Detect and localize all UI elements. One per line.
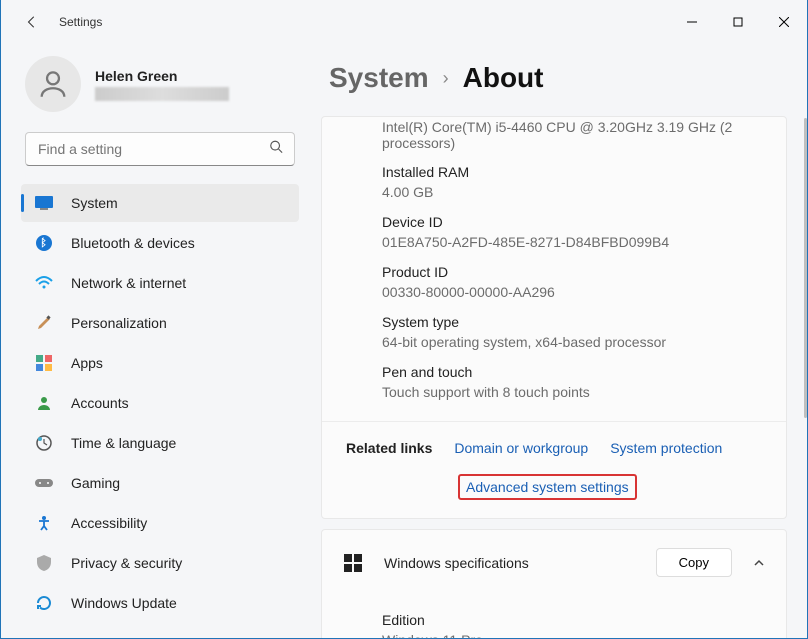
sidebar-item-bluetooth[interactable]: Bluetooth & devices [21,224,299,262]
search-icon [269,140,283,159]
related-links: Related links Domain or workgroup System… [322,421,786,518]
cpu-value: Intel(R) Core(TM) i5-4460 CPU @ 3.20GHz … [382,117,762,157]
wifi-icon [35,274,53,292]
gaming-icon [35,474,53,492]
ram-value: 4.00 GB [382,184,762,200]
pen-label: Pen and touch [382,364,762,380]
system-type-label: System type [382,314,762,330]
search-box[interactable] [25,132,295,166]
related-label: Related links [346,440,432,456]
device-id-label: Device ID [382,214,762,230]
edition-label: Edition [382,612,762,628]
sidebar-item-privacy[interactable]: Privacy & security [21,544,299,582]
back-button[interactable] [23,13,41,31]
search-input[interactable] [25,132,295,166]
sidebar-item-label: Privacy & security [71,555,182,571]
sidebar-item-accounts[interactable]: Accounts [21,384,299,422]
sidebar: Helen Green System Bluetooth & devices N… [1,44,311,638]
sidebar-item-label: Personalization [71,315,167,331]
content-area: System › About Intel(R) Core(TM) i5-4460… [311,44,807,638]
breadcrumb: System › About [321,44,787,116]
system-icon [35,194,53,212]
close-button[interactable] [761,6,807,38]
window-title: Settings [59,15,102,29]
product-id-label: Product ID [382,264,762,280]
sidebar-item-label: Network & internet [71,275,186,291]
user-email-redacted [95,87,229,101]
sidebar-item-update[interactable]: Windows Update [21,584,299,622]
windows-icon [342,552,364,574]
sidebar-item-system[interactable]: System [21,184,299,222]
update-icon [35,594,53,612]
user-name: Helen Green [95,68,229,84]
sidebar-item-label: Accounts [71,395,129,411]
edition-value: Windows 11 Pro [382,632,762,638]
chevron-right-icon: › [443,68,449,89]
sidebar-item-label: Windows Update [71,595,177,611]
copy-button[interactable]: Copy [656,548,732,577]
clock-icon [35,434,53,452]
breadcrumb-current: About [463,62,544,94]
nav-list: System Bluetooth & devices Network & int… [21,184,299,622]
sidebar-item-gaming[interactable]: Gaming [21,464,299,502]
sidebar-item-apps[interactable]: Apps [21,344,299,382]
ram-label: Installed RAM [382,164,762,180]
sidebar-item-label: System [71,195,118,211]
breadcrumb-parent[interactable]: System [329,62,429,94]
scrollbar[interactable] [804,118,807,418]
sidebar-item-label: Accessibility [71,515,147,531]
link-domain-workgroup[interactable]: Domain or workgroup [454,440,588,456]
sidebar-item-label: Bluetooth & devices [71,235,195,251]
sidebar-item-label: Time & language [71,435,176,451]
sidebar-item-label: Apps [71,355,103,371]
sidebar-item-accessibility[interactable]: Accessibility [21,504,299,542]
system-type-value: 64-bit operating system, x64-based proce… [382,334,762,350]
chevron-up-icon [752,556,766,570]
windows-specs-header[interactable]: Windows specifications Copy [322,530,786,595]
link-system-protection[interactable]: System protection [610,440,722,456]
avatar [25,56,81,112]
sidebar-item-label: Gaming [71,475,120,491]
sidebar-item-network[interactable]: Network & internet [21,264,299,302]
minimize-button[interactable] [669,6,715,38]
windows-specs-title: Windows specifications [384,555,636,571]
pen-value: Touch support with 8 touch points [382,384,762,400]
maximize-button[interactable] [715,6,761,38]
device-id-value: 01E8A750-A2FD-485E-8271-D84BFBD099B4 [382,234,762,250]
person-icon [35,394,53,412]
sidebar-item-time[interactable]: Time & language [21,424,299,462]
bluetooth-icon [35,234,53,252]
windows-specs-card: Windows specifications Copy Edition Wind… [321,529,787,638]
product-id-value: 00330-80000-00000-AA296 [382,284,762,300]
profile-block[interactable]: Helen Green [21,44,299,132]
window-titlebar: Settings [1,0,807,44]
accessibility-icon [35,514,53,532]
shield-icon [35,554,53,572]
apps-icon [35,354,53,372]
device-specs-card: Intel(R) Core(TM) i5-4460 CPU @ 3.20GHz … [321,116,787,519]
sidebar-item-personalization[interactable]: Personalization [21,304,299,342]
link-advanced-system-settings[interactable]: Advanced system settings [458,474,637,500]
brush-icon [35,314,53,332]
